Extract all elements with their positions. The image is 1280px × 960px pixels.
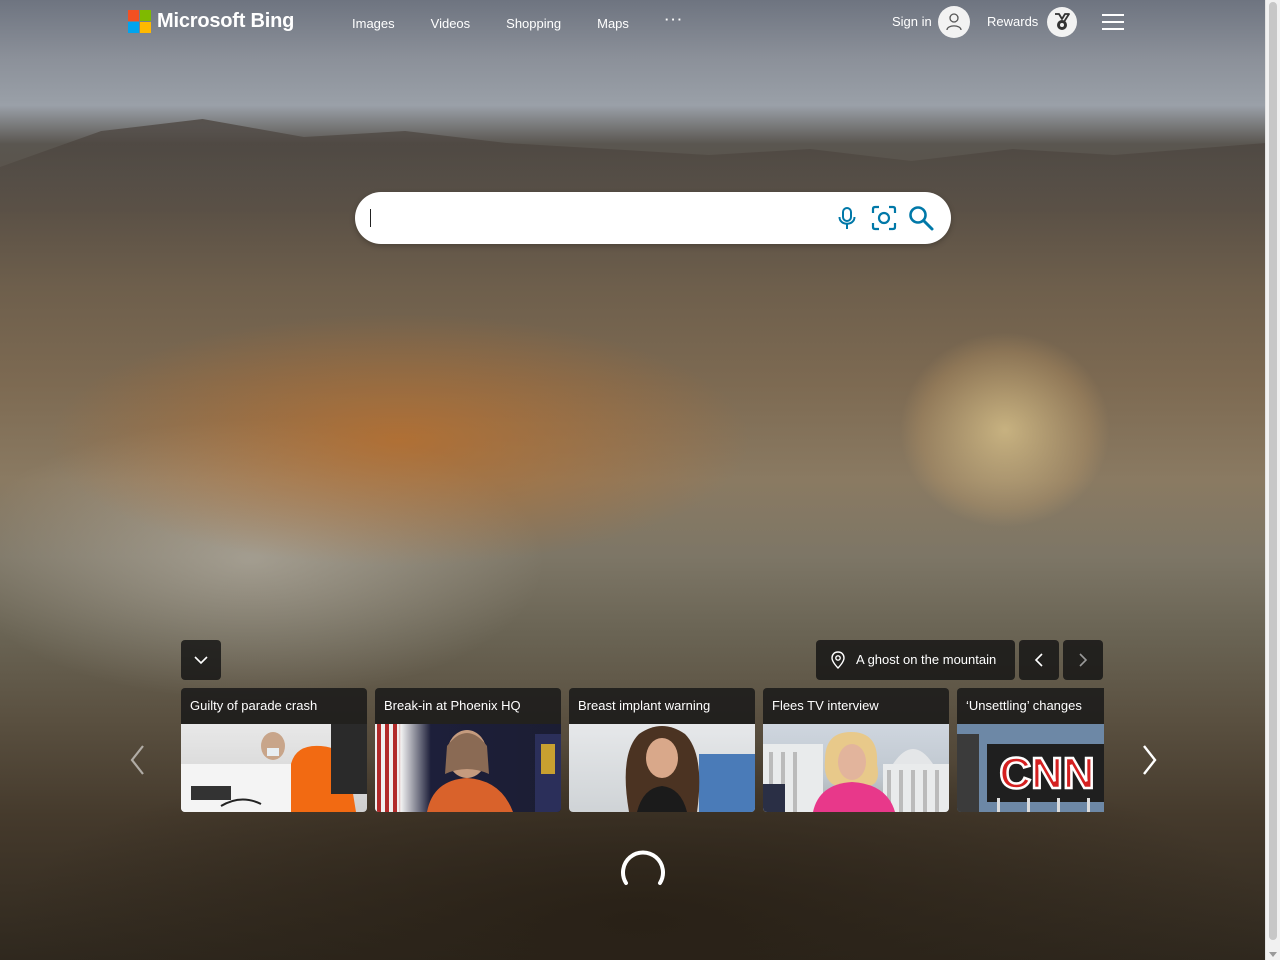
news-card[interactable]: Breast implant warning — [569, 688, 755, 812]
search-box[interactable] — [355, 192, 951, 244]
loading-spinner-icon — [621, 850, 665, 885]
sign-in-link[interactable]: Sign in — [892, 14, 932, 29]
news-card-title: Flees TV interview — [772, 698, 879, 713]
top-nav: Images Videos Shopping Maps ··· — [352, 12, 720, 31]
nav-maps[interactable]: Maps — [597, 16, 629, 31]
news-card[interactable]: Guilty of parade crash — [181, 688, 367, 812]
chevron-right-icon — [1079, 653, 1088, 667]
microsoft-logo-icon — [128, 10, 151, 33]
rewards-link[interactable]: Rewards — [987, 14, 1038, 29]
news-card-title: Break-in at Phoenix HQ — [384, 698, 521, 713]
logo-text: Microsoft Bing — [157, 10, 295, 32]
image-caption-button[interactable]: A ghost on the mountain — [816, 640, 1015, 680]
news-card-title: ‘Unsettling’ changes — [966, 698, 1082, 713]
top-header: Microsoft Bing Images Videos Shopping Ma… — [0, 0, 1266, 46]
news-card-image — [569, 724, 755, 812]
news-card-title: Guilty of parade crash — [190, 698, 318, 713]
medal-icon — [1055, 13, 1070, 30]
search-input[interactable] — [371, 206, 815, 232]
news-carousel: Guilty of parade crash Break-in at Phoen… — [181, 688, 1104, 812]
news-card-image — [181, 724, 367, 812]
nav-more-button[interactable]: ··· — [665, 12, 684, 31]
news-card-title: Breast implant warning — [578, 698, 711, 713]
scrollbar-thumb[interactable] — [1269, 2, 1277, 940]
nav-shopping[interactable]: Shopping — [506, 16, 561, 31]
news-card-image — [763, 724, 949, 812]
news-card[interactable]: Flees TV interview — [763, 688, 949, 812]
bing-logo[interactable]: Microsoft Bing — [128, 10, 294, 33]
chevron-left-icon — [1034, 653, 1043, 667]
news-card-image — [375, 724, 561, 812]
microphone-icon[interactable] — [833, 204, 861, 232]
chevron-down-icon — [194, 656, 208, 665]
page-scrollbar[interactable] — [1265, 0, 1280, 960]
search-icon[interactable] — [907, 204, 935, 232]
hamburger-menu-icon[interactable] — [1102, 14, 1124, 30]
collapse-feed-button[interactable] — [181, 640, 221, 680]
user-icon — [946, 13, 962, 31]
nav-videos[interactable]: Videos — [431, 16, 471, 31]
previous-image-button[interactable] — [1019, 640, 1059, 680]
news-card-image: CNN — [957, 724, 1104, 812]
nav-images[interactable]: Images — [352, 16, 395, 31]
image-caption-text: A ghost on the mountain — [856, 652, 997, 667]
cnn-logo-text: CNN — [999, 749, 1094, 798]
rewards-button[interactable] — [1047, 7, 1077, 37]
news-card[interactable]: ‘Unsettling’ changes CNN — [957, 688, 1104, 812]
news-card[interactable]: Break-in at Phoenix HQ — [375, 688, 561, 812]
visual-search-icon[interactable] — [870, 204, 898, 232]
location-pin-icon — [831, 651, 845, 669]
scroll-down-arrow-icon[interactable] — [1269, 952, 1277, 957]
news-previous-arrow-icon[interactable] — [126, 742, 150, 778]
news-next-arrow-icon[interactable] — [1137, 742, 1161, 778]
next-image-button[interactable] — [1063, 640, 1103, 680]
avatar[interactable] — [938, 6, 970, 38]
